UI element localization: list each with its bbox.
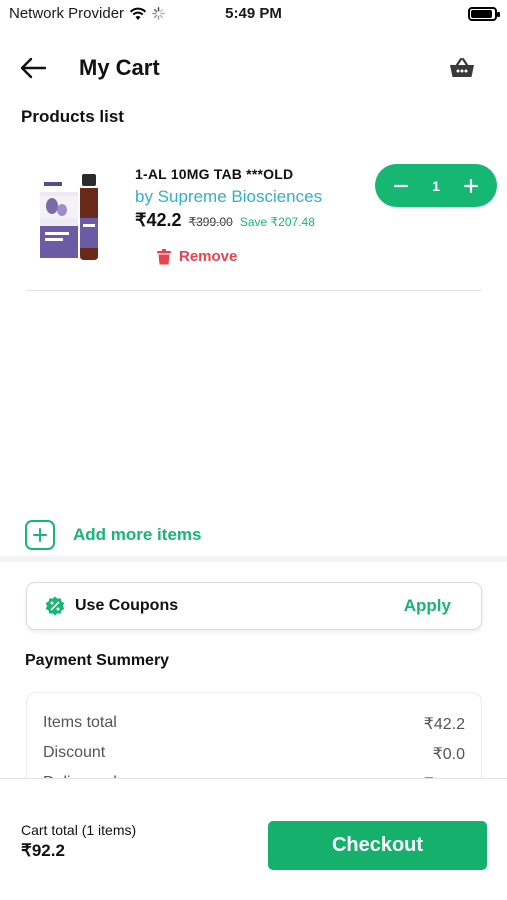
remove-button[interactable]: Remove: [157, 248, 237, 265]
page-title: My Cart: [79, 55, 160, 80]
summary-row-discount: Discount ₹0.0: [43, 744, 465, 768]
products-list-title: Products list: [21, 107, 124, 126]
add-box-icon: [25, 520, 55, 550]
checkout-footer: Cart total (1 items) ₹92.2 Checkout: [0, 778, 507, 900]
quantity-stepper: 1: [375, 164, 497, 207]
product-brand[interactable]: by Supreme Biosciences: [135, 187, 322, 207]
remove-label: Remove: [179, 248, 238, 265]
cart-total-label: Cart total (1 items): [21, 822, 137, 838]
product-mrp: ₹399.00: [188, 215, 233, 229]
summary-value: ₹0.0: [432, 746, 465, 763]
payment-summary-title: Payment Summery: [25, 652, 170, 669]
cart-total-value: ₹92.2: [21, 841, 65, 860]
product-name[interactable]: 1-AL 10MG TAB ***OLD: [135, 166, 293, 182]
trash-icon: [157, 248, 171, 264]
summary-row-items-total: Items total ₹42.2: [43, 714, 465, 738]
section-divider: [0, 556, 507, 562]
coupon-label: Use Coupons: [75, 597, 179, 614]
header: My Cart: [0, 45, 507, 91]
product-savings: Save ₹207.48: [239, 215, 315, 229]
basket-icon: [450, 57, 474, 77]
cart-item: 1-AL 10MG TAB ***OLD by Supreme Bioscien…: [26, 148, 497, 291]
quantity-value: 1: [432, 177, 440, 194]
add-more-items-button[interactable]: Add more items: [25, 520, 201, 550]
battery-icon: [468, 7, 500, 21]
coupon-card[interactable]: Use Coupons Apply: [26, 582, 482, 630]
increment-button[interactable]: [460, 175, 482, 197]
product-price: ₹42.2: [135, 210, 182, 230]
summary-label: Items total: [43, 714, 117, 731]
discount-badge-icon: [45, 596, 65, 616]
back-button[interactable]: [16, 51, 50, 85]
cart-button[interactable]: [447, 53, 477, 83]
plus-icon: [33, 528, 47, 542]
add-more-label: Add more items: [73, 525, 202, 544]
product-image: [40, 174, 98, 260]
arrow-left-icon: [20, 57, 47, 79]
checkout-button[interactable]: Checkout: [268, 821, 487, 870]
status-bar: Network Provider 5:49 PM: [0, 0, 507, 28]
minus-icon: [393, 184, 409, 187]
plus-icon: [463, 178, 479, 193]
status-time: 5:49 PM: [225, 5, 282, 22]
apply-coupon-button[interactable]: Apply: [404, 596, 451, 616]
decrement-button[interactable]: [390, 175, 412, 197]
summary-value: ₹42.2: [423, 716, 465, 733]
price-line: ₹42.2 ₹399.00 Save ₹207.48: [135, 210, 315, 231]
summary-label: Discount: [43, 744, 106, 761]
